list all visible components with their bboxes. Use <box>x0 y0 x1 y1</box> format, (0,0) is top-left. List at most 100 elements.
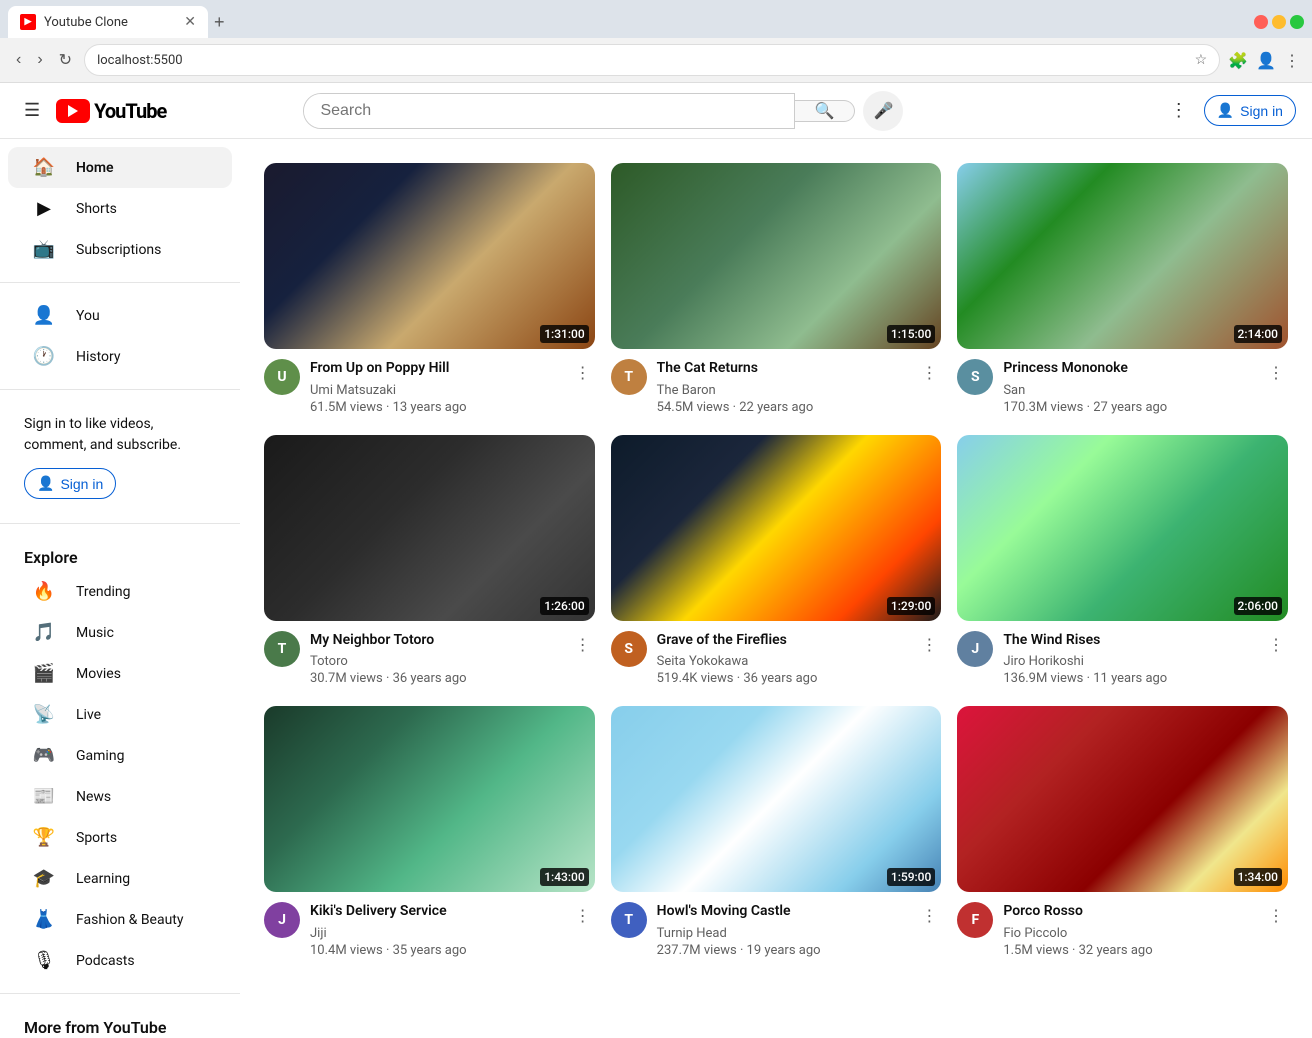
video-avatar: T <box>264 631 300 667</box>
video-info: U From Up on Poppy Hill Umi Matsuzaki 61… <box>264 359 595 415</box>
trending-icon: 🔥 <box>32 581 56 602</box>
video-avatar: S <box>611 631 647 667</box>
youtube-logo[interactable]: YouTube <box>56 99 166 123</box>
header-left: ☰ YouTube <box>16 92 166 129</box>
video-channel: Totoro <box>310 654 561 669</box>
video-card[interactable]: 1:29:00 S Grave of the Fireflies Seita Y… <box>611 435 942 687</box>
forward-button[interactable]: › <box>33 47 46 73</box>
video-thumbnail: 2:06:00 <box>957 435 1288 621</box>
thumb-scene <box>264 435 595 621</box>
video-duration: 2:06:00 <box>1234 597 1282 615</box>
video-meta: 54.5M views · 22 years ago <box>657 400 908 415</box>
header-signin-button[interactable]: 👤 Sign in <box>1204 95 1296 126</box>
hamburger-button[interactable]: ☰ <box>16 92 48 129</box>
tab-close-icon[interactable]: ✕ <box>184 14 196 30</box>
subscriptions-icon: 📺 <box>32 239 56 260</box>
sidebar-item-shorts[interactable]: ▶ Shorts <box>8 188 232 229</box>
sidebar-signin-button[interactable]: 👤 Sign in <box>24 468 116 499</box>
search-button[interactable]: 🔍 <box>795 100 856 122</box>
video-card[interactable]: 1:43:00 J Kiki's Delivery Service Jiji 1… <box>264 706 595 958</box>
video-avatar: T <box>611 359 647 395</box>
sidebar-item-history[interactable]: 🕐 History <box>8 336 232 377</box>
video-card[interactable]: 1:34:00 F Porco Rosso Fio Piccolo 1.5M v… <box>957 706 1288 958</box>
video-details: Kiki's Delivery Service Jiji 10.4M views… <box>310 902 561 958</box>
sidebar-item-fashion[interactable]: 👗 Fashion & Beauty <box>8 899 232 940</box>
video-card[interactable]: 1:31:00 U From Up on Poppy Hill Umi Mats… <box>264 163 595 415</box>
sidebar-item-learning[interactable]: 🎓 Learning <box>8 858 232 899</box>
address-icons: ☆ <box>1195 52 1208 68</box>
sidebar-item-subscriptions[interactable]: 📺 Subscriptions <box>8 229 232 270</box>
video-meta: 519.4K views · 36 years ago <box>657 671 908 686</box>
video-card[interactable]: 2:06:00 J The Wind Rises Jiro Horikoshi … <box>957 435 1288 687</box>
video-duration: 1:15:00 <box>887 325 935 343</box>
thumb-scene <box>611 706 942 892</box>
video-menu-button[interactable]: ⋮ <box>917 359 941 387</box>
sidebar-label-trending: Trending <box>76 584 131 600</box>
video-menu-button[interactable]: ⋮ <box>1264 359 1288 387</box>
video-menu-button[interactable]: ⋮ <box>571 631 595 659</box>
sidebar-item-home[interactable]: 🏠 Home <box>8 147 232 188</box>
reload-button[interactable]: ↻ <box>55 46 76 74</box>
address-input[interactable]: localhost:5500 ☆ <box>84 44 1220 76</box>
shorts-icon: ▶ <box>32 198 56 219</box>
video-duration: 1:34:00 <box>1234 868 1282 886</box>
video-card[interactable]: 1:15:00 T The Cat Returns The Baron 54.5… <box>611 163 942 415</box>
sidebar-item-sports[interactable]: 🏆 Sports <box>8 817 232 858</box>
sidebar-label-music: Music <box>76 625 114 641</box>
sidebar-item-you[interactable]: 👤 You <box>8 295 232 336</box>
video-title: My Neighbor Totoro <box>310 631 561 651</box>
thumb-scene <box>611 435 942 621</box>
video-channel: The Baron <box>657 383 908 398</box>
video-title: Kiki's Delivery Service <box>310 902 561 922</box>
more-icon: ⋮ <box>1284 51 1300 70</box>
browser-tab[interactable]: ▶ Youtube Clone ✕ <box>8 6 208 38</box>
video-menu-button[interactable]: ⋮ <box>571 359 595 387</box>
video-menu-button[interactable]: ⋮ <box>571 902 595 930</box>
video-menu-button[interactable]: ⋮ <box>1264 631 1288 659</box>
sidebar-label-fashion: Fashion & Beauty <box>76 912 184 928</box>
live-icon: 📡 <box>32 704 56 725</box>
sidebar-label-podcasts: Podcasts <box>76 953 135 969</box>
video-details: My Neighbor Totoro Totoro 30.7M views · … <box>310 631 561 687</box>
back-button[interactable]: ‹ <box>12 47 25 73</box>
window-maximize-button[interactable] <box>1290 15 1304 29</box>
video-avatar: J <box>264 902 300 938</box>
video-meta: 136.9M views · 11 years ago <box>1003 671 1254 686</box>
sidebar-item-podcasts[interactable]: 🎙 Podcasts <box>8 940 232 981</box>
thumb-scene <box>957 435 1288 621</box>
video-thumbnail: 1:59:00 <box>611 706 942 892</box>
video-details: The Cat Returns The Baron 54.5M views · … <box>657 359 908 415</box>
video-card[interactable]: 1:59:00 T Howl's Moving Castle Turnip He… <box>611 706 942 958</box>
window-close-button[interactable] <box>1254 15 1268 29</box>
video-channel: Jiro Horikoshi <box>1003 654 1254 669</box>
home-icon: 🏠 <box>32 157 56 178</box>
header-dots-button[interactable]: ⋮ <box>1162 92 1196 129</box>
signin-prompt-text: Sign in to like videos, comment, and sub… <box>24 416 181 453</box>
video-details: Princess Mononoke San 170.3M views · 27 … <box>1003 359 1254 415</box>
extensions-icon: 🧩 <box>1228 51 1248 70</box>
signin-label: Sign in <box>1240 103 1283 119</box>
video-card[interactable]: 1:26:00 T My Neighbor Totoro Totoro 30.7… <box>264 435 595 687</box>
video-menu-button[interactable]: ⋮ <box>917 631 941 659</box>
sidebar-item-music[interactable]: 🎵 Music <box>8 612 232 653</box>
video-avatar: S <box>957 359 993 395</box>
sidebar-item-trending[interactable]: 🔥 Trending <box>8 571 232 612</box>
new-tab-button[interactable]: + <box>214 12 225 33</box>
window-minimize-button[interactable] <box>1272 15 1286 29</box>
video-menu-button[interactable]: ⋮ <box>917 902 941 930</box>
mic-button[interactable]: 🎤 <box>863 91 903 131</box>
sidebar-item-gaming[interactable]: 🎮 Gaming <box>8 735 232 776</box>
search-input[interactable] <box>304 94 793 128</box>
sidebar-item-news[interactable]: 📰 News <box>8 776 232 817</box>
search-input-wrap <box>303 93 794 129</box>
video-channel: Turnip Head <box>657 926 908 941</box>
explore-section-title: Explore <box>0 536 240 571</box>
video-menu-button[interactable]: ⋮ <box>1264 902 1288 930</box>
video-details: Howl's Moving Castle Turnip Head 237.7M … <box>657 902 908 958</box>
sidebar-item-movies[interactable]: 🎬 Movies <box>8 653 232 694</box>
video-channel: Seita Yokokawa <box>657 654 908 669</box>
video-card[interactable]: 2:14:00 S Princess Mononoke San 170.3M v… <box>957 163 1288 415</box>
sidebar-item-live[interactable]: 📡 Live <box>8 694 232 735</box>
search-bar: 🔍 🎤 <box>303 91 903 131</box>
video-title: Grave of the Fireflies <box>657 631 908 651</box>
